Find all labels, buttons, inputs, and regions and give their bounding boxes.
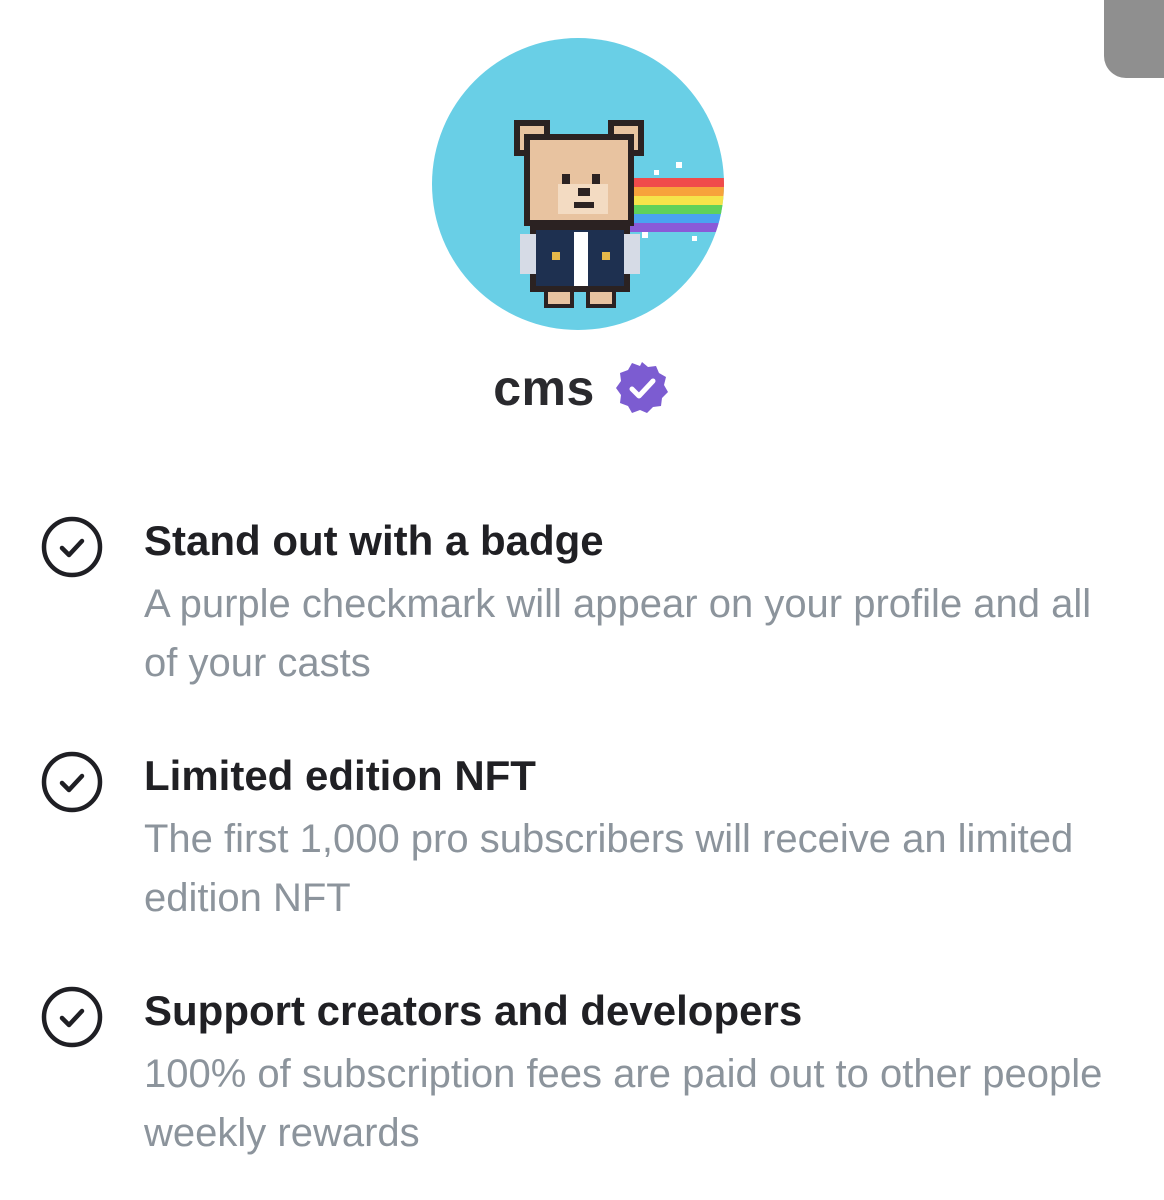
username-row: cms xyxy=(0,358,1164,418)
bear-figure xyxy=(514,120,644,308)
scrollbar-thumb[interactable] xyxy=(1104,0,1164,78)
feature-title: Limited edition NFT xyxy=(144,752,536,799)
verified-badge-icon xyxy=(615,362,668,413)
circle-check-icon xyxy=(41,751,103,813)
pixel-bear-icon xyxy=(432,38,724,330)
username: cms xyxy=(493,360,595,416)
feature-description: 100% of subscription fees are paid out t… xyxy=(144,1052,1103,1155)
feature-title: Stand out with a badge xyxy=(144,517,604,564)
profile-avatar xyxy=(432,38,724,330)
circle-check-icon xyxy=(41,986,103,1048)
feature-description: A purple checkmark will appear on your p… xyxy=(144,582,1092,685)
feature-description: The first 1,000 pro subscribers will rec… xyxy=(144,817,1074,920)
circle-check-icon xyxy=(41,516,103,578)
feature-title: Support creators and developers xyxy=(144,987,803,1034)
